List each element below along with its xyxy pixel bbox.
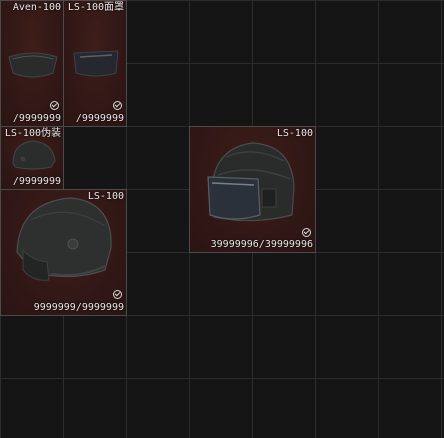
helmet-icon (207, 142, 295, 222)
item-durability: 39999996/39999996 (210, 239, 313, 250)
item-name: Aven-100 (12, 2, 61, 13)
check-icon (302, 228, 311, 237)
check-icon (113, 101, 122, 110)
item-durability: /9999999 (12, 176, 61, 187)
item-durability: 9999999/9999999 (33, 302, 124, 313)
helmet-icon (16, 197, 112, 281)
item-durability: /9999999 (75, 113, 124, 124)
inventory-item-ls-100-face-shield[interactable]: LS-100面罩 /9999999 (63, 0, 127, 127)
item-name: LS-100伪装 (4, 128, 61, 139)
inventory-item-ls-100-camo[interactable]: LS-100伪装 /9999999 (0, 126, 64, 190)
inventory-item-ls-100[interactable]: LS-100 9999999/9999999 (0, 189, 127, 316)
inventory-item-aven-100[interactable]: Aven-100 /9999999 (0, 0, 64, 127)
item-name: LS-100 (87, 191, 124, 202)
item-name: LS-100面罩 (67, 2, 124, 13)
check-icon (50, 101, 59, 110)
inventory-item-ls-100-with-visor[interactable]: LS-100 39999996/39999996 (189, 126, 316, 253)
item-name: LS-100 (276, 128, 313, 139)
item-durability: /9999999 (12, 113, 61, 124)
check-icon (113, 290, 122, 299)
